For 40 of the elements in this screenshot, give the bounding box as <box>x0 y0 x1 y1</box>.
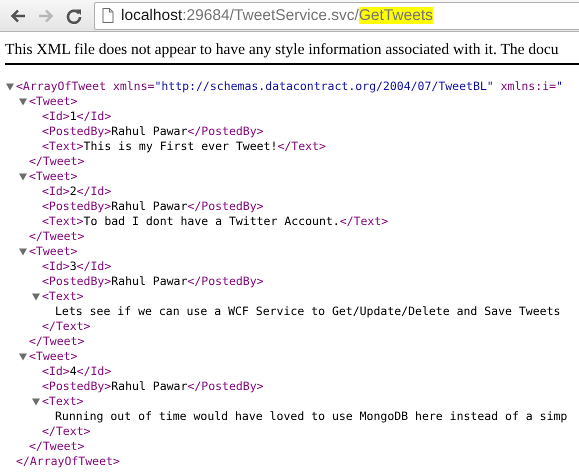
xml-open-tag: <Text> <box>42 289 84 304</box>
collapse-arrow-icon[interactable] <box>31 292 42 301</box>
url-text: localhost:29684/TweetService.svc/GetTweets <box>121 6 433 24</box>
xml-element-line: <PostedBy>Rahul Pawar</PostedBy> <box>42 124 264 139</box>
xml-open-tag: <Tweet> <box>29 349 78 364</box>
reload-icon <box>66 8 82 24</box>
xml-open-tag: <Text> <box>42 394 84 409</box>
collapse-arrow-icon[interactable] <box>18 352 29 361</box>
xml-open-tag: <Tweet> <box>29 169 78 184</box>
xml-element-line: <Id>4</Id> <box>42 364 112 379</box>
xml-close-tag: </Text> <box>42 319 90 334</box>
xml-text-content: Lets see if we can use a WCF Service to Get/Update/Delete and Save Tweets <box>55 304 560 319</box>
xml-element-line: <Id>1</Id> <box>42 109 112 124</box>
left-arrow-icon <box>10 8 26 22</box>
xml-open-tag: <ArrayOfTweet xmlns="http://schemas.datacontract.org/2004/07/TweetBL" xmlns:i=" <box>16 79 563 94</box>
xml-element-line: <PostedBy>Rahul Pawar</PostedBy> <box>42 379 264 394</box>
xml-element-line: <PostedBy>Rahul Pawar</PostedBy> <box>42 274 264 289</box>
collapse-arrow-icon[interactable] <box>5 82 16 91</box>
collapse-arrow-icon[interactable] <box>18 172 29 181</box>
xml-close-tag: </Tweet> <box>29 229 84 244</box>
xml-close-tag: </ArrayOfTweet> <box>16 454 120 469</box>
collapse-arrow-icon[interactable] <box>18 97 29 106</box>
xml-close-tag: </Tweet> <box>29 334 84 349</box>
xml-open-tag: <Tweet> <box>29 94 78 109</box>
notice-text: This XML file does not appear to have any style information associated with it. The docu <box>4 40 560 59</box>
xml-element-line: <Id>3</Id> <box>42 259 112 274</box>
xml-close-tag: </Text> <box>42 424 90 439</box>
xml-element-line: <Id>2</Id> <box>42 184 112 199</box>
xml-text-content: Running out of time would have loved to use MongoDB here instead of a simp <box>55 409 568 424</box>
right-arrow-icon <box>38 8 54 22</box>
address-bar[interactable]: localhost:29684/TweetService.svc/GetTweets <box>94 2 579 30</box>
collapse-arrow-icon[interactable] <box>18 247 29 256</box>
xml-element-line: <PostedBy>Rahul Pawar</PostedBy> <box>42 199 264 214</box>
xml-open-tag: <Tweet> <box>29 244 78 259</box>
xml-element-line: <Text>To bad I dont have a Twitter Account.</Text> <box>42 214 388 229</box>
xml-element-line: <Text>This is my First ever Tweet!</Text> <box>42 139 326 154</box>
collapse-arrow-icon[interactable] <box>31 397 42 406</box>
xml-close-tag: </Tweet> <box>29 154 84 169</box>
page-icon <box>102 8 114 23</box>
xml-close-tag: </Tweet> <box>29 439 84 454</box>
